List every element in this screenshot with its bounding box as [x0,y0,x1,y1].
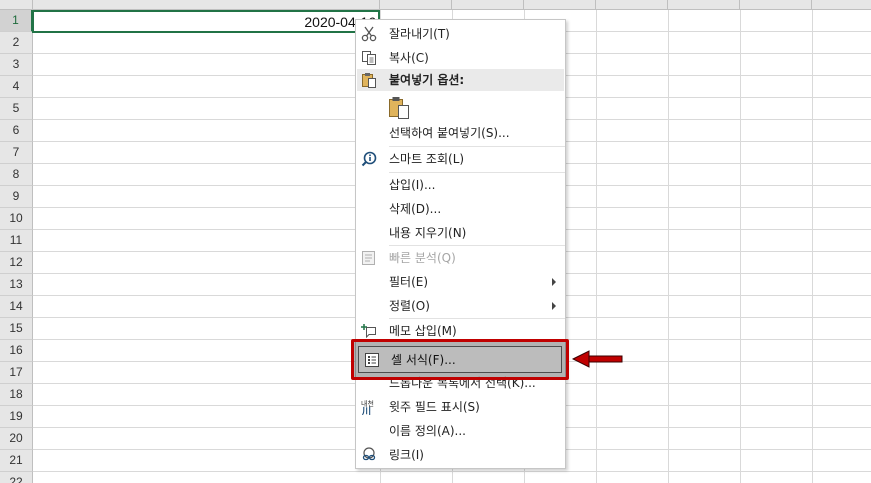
menu-item-define-name[interactable]: 이름 정의(A)... [356,419,565,443]
pointer-arrow-icon [572,350,623,368]
menu-item-link[interactable]: 링크(I) [356,443,565,467]
menu-item-smart-lookup[interactable]: 스마트 조회(L) [356,147,565,171]
active-cell-a1[interactable]: 2020-04-16 [32,10,382,35]
column-header-g[interactable] [740,0,812,10]
grid-line [596,10,597,483]
submenu-arrow-icon [552,302,556,310]
quick-analysis-icon [361,250,377,266]
row-header[interactable]: 12 [0,252,33,274]
row-header[interactable]: 19 [0,406,33,428]
row-header[interactable]: 20 [0,428,33,450]
grid-line [668,10,669,483]
new-comment-icon [361,323,377,339]
format-cells-highlight-inner[interactable]: 셀 서식(F)... [358,346,562,373]
menu-label-cut: 잘라내기(T) [389,27,450,41]
row-header[interactable]: 6 [0,120,33,142]
format-cells-icon [364,352,380,368]
row-header[interactable]: 10 [0,208,33,230]
scissors-icon [361,26,377,42]
select-all-corner[interactable] [0,0,33,10]
menu-item-delete[interactable]: 삭제(D)... [356,197,565,221]
menu-item-cut[interactable]: 잘라내기(T) [356,22,565,46]
row-header[interactable]: 7 [0,142,33,164]
paste-options-header: 붙여넣기 옵션: [357,69,564,91]
row-header[interactable]: 1 [0,10,33,32]
menu-item-insert[interactable]: 삽입(I)... [356,173,565,197]
column-header-d[interactable] [524,0,596,10]
menu-label-define-name: 이름 정의(A)... [389,424,466,438]
row-header[interactable]: 5 [0,98,33,120]
column-header-b[interactable] [380,0,452,10]
row-header[interactable]: 16 [0,340,33,362]
row-header[interactable]: 9 [0,186,33,208]
format-cells-highlight-box: 셀 서식(F)... [351,339,569,380]
grid-line [812,10,813,483]
menu-label-filter: 필터(E) [389,275,429,289]
menu-label-insert-comment: 메모 삽입(M) [389,324,457,338]
paste-clipboard-icon [388,96,410,124]
svg-text:川: 川 [361,406,371,415]
menu-label-quick-analysis: 빠른 분석(Q) [389,251,456,265]
menu-label-insert: 삽입(I)... [389,178,436,192]
menu-item-copy[interactable]: 복사(C) [356,46,565,70]
row-header[interactable]: 15 [0,318,33,340]
row-header[interactable]: 8 [0,164,33,186]
column-header-h[interactable] [812,0,871,10]
menu-item-paste-special[interactable]: 선택하여 붙여넣기(S)... [356,121,565,145]
menu-label-phonetic-field: 윗주 필드 표시(S) [389,400,480,414]
row-header[interactable]: 21 [0,450,33,472]
row-header[interactable]: 3 [0,54,33,76]
menu-label-sort: 정렬(O) [389,299,430,313]
column-header-e[interactable] [596,0,668,10]
row-header[interactable]: 18 [0,384,33,406]
menu-item-sort[interactable]: 정렬(O) [356,294,565,318]
menu-item-clear-contents[interactable]: 내용 지우기(N) [356,221,565,245]
row-header[interactable]: 11 [0,230,33,252]
menu-label-paste-special: 선택하여 붙여넣기(S)... [389,126,510,140]
menu-label-link: 링크(I) [389,448,424,462]
row-header[interactable]: 14 [0,296,33,318]
menu-label-copy: 복사(C) [389,51,429,65]
paste-options-label: 붙여넣기 옵션: [389,73,465,87]
row-header[interactable]: 17 [0,362,33,384]
context-menu: 잘라내기(T) 복사(C) 붙여넣기 옵션: 선택하여 붙여넣기(S)... 스… [355,19,566,469]
column-header-f[interactable] [668,0,740,10]
row-header[interactable]: 22 [0,472,33,483]
menu-item-quick-analysis[interactable]: 빠른 분석(Q) [356,246,565,270]
menu-item-filter[interactable]: 필터(E) [356,270,565,294]
menu-label-delete: 삭제(D)... [389,202,442,216]
link-icon [361,447,377,463]
menu-label-clear-contents: 내용 지우기(N) [389,226,467,240]
format-cells-highlight-label: 셀 서식(F)... [391,353,456,367]
phonetic-guide-icon: 내천 川 [361,399,377,417]
row-header[interactable]: 13 [0,274,33,296]
menu-label-smart-lookup: 스마트 조회(L) [389,152,465,166]
column-header-a[interactable] [33,0,380,10]
menu-item-phonetic-field[interactable]: 내천 川 윗주 필드 표시(S) [356,395,565,419]
grid-line [740,10,741,483]
submenu-arrow-icon [552,278,556,286]
row-header[interactable]: 4 [0,76,33,98]
row-header[interactable]: 2 [0,32,33,54]
smart-lookup-icon [361,151,377,167]
copy-icon [361,50,377,66]
column-header-c[interactable] [452,0,524,10]
clipboard-icon [361,72,377,88]
paste-button[interactable] [385,94,411,120]
